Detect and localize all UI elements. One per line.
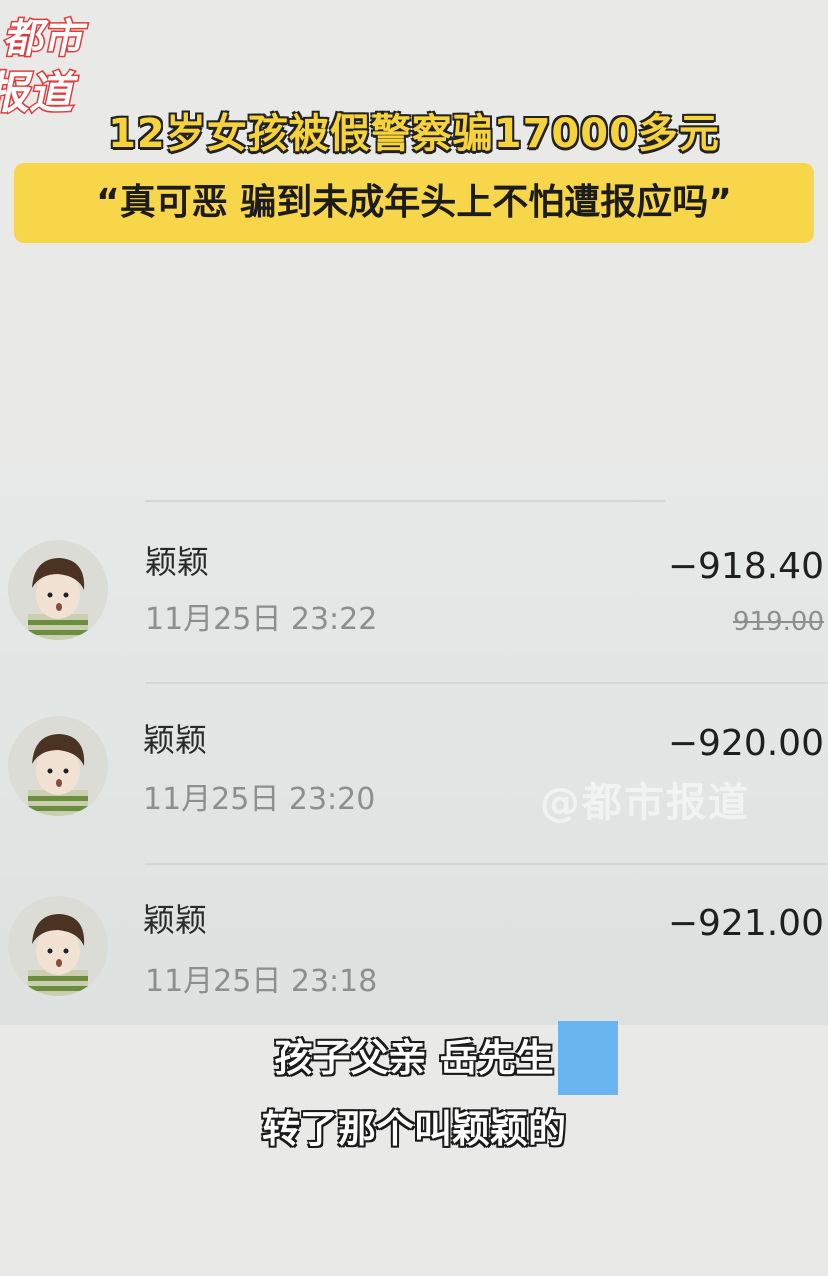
svg-text:都市: 都市: [0, 14, 91, 61]
transaction-time: 11月25日 23:20: [143, 782, 376, 817]
contact-name: 颖颖: [143, 901, 208, 939]
contact-name: 颖颖: [145, 543, 210, 581]
contact-name: 颖颖: [143, 721, 208, 759]
avatar: [8, 540, 108, 640]
original-amount: 919.00: [733, 607, 824, 637]
quote-banner: “真可恶 骗到未成年头上不怕遭报应吗”: [14, 163, 814, 243]
subtitle-line-2: 转了那个叫颖颖的: [261, 1107, 566, 1151]
headline: 12岁女孩被假警察骗17000多元: [108, 111, 720, 157]
avatar: [8, 896, 108, 996]
transaction-time: 11月25日 23:22: [145, 602, 378, 637]
avatar: [8, 716, 108, 816]
transaction-list: 颖颖 11月25日 23:22 −918.40 919.00 颖颖 11月25日…: [0, 470, 828, 1025]
transaction-time: 11月25日 23:18: [145, 964, 378, 999]
divider: [145, 682, 828, 684]
transaction-amount: −921.00: [667, 903, 824, 944]
divider: [145, 863, 828, 865]
transaction-amount: −918.40: [667, 546, 824, 587]
subtitle-line-1: 孩子父亲 岳先生: [274, 1036, 554, 1080]
transaction-amount: −920.00: [667, 723, 824, 764]
divider: [145, 500, 665, 502]
watermark: @都市报道: [540, 780, 750, 826]
